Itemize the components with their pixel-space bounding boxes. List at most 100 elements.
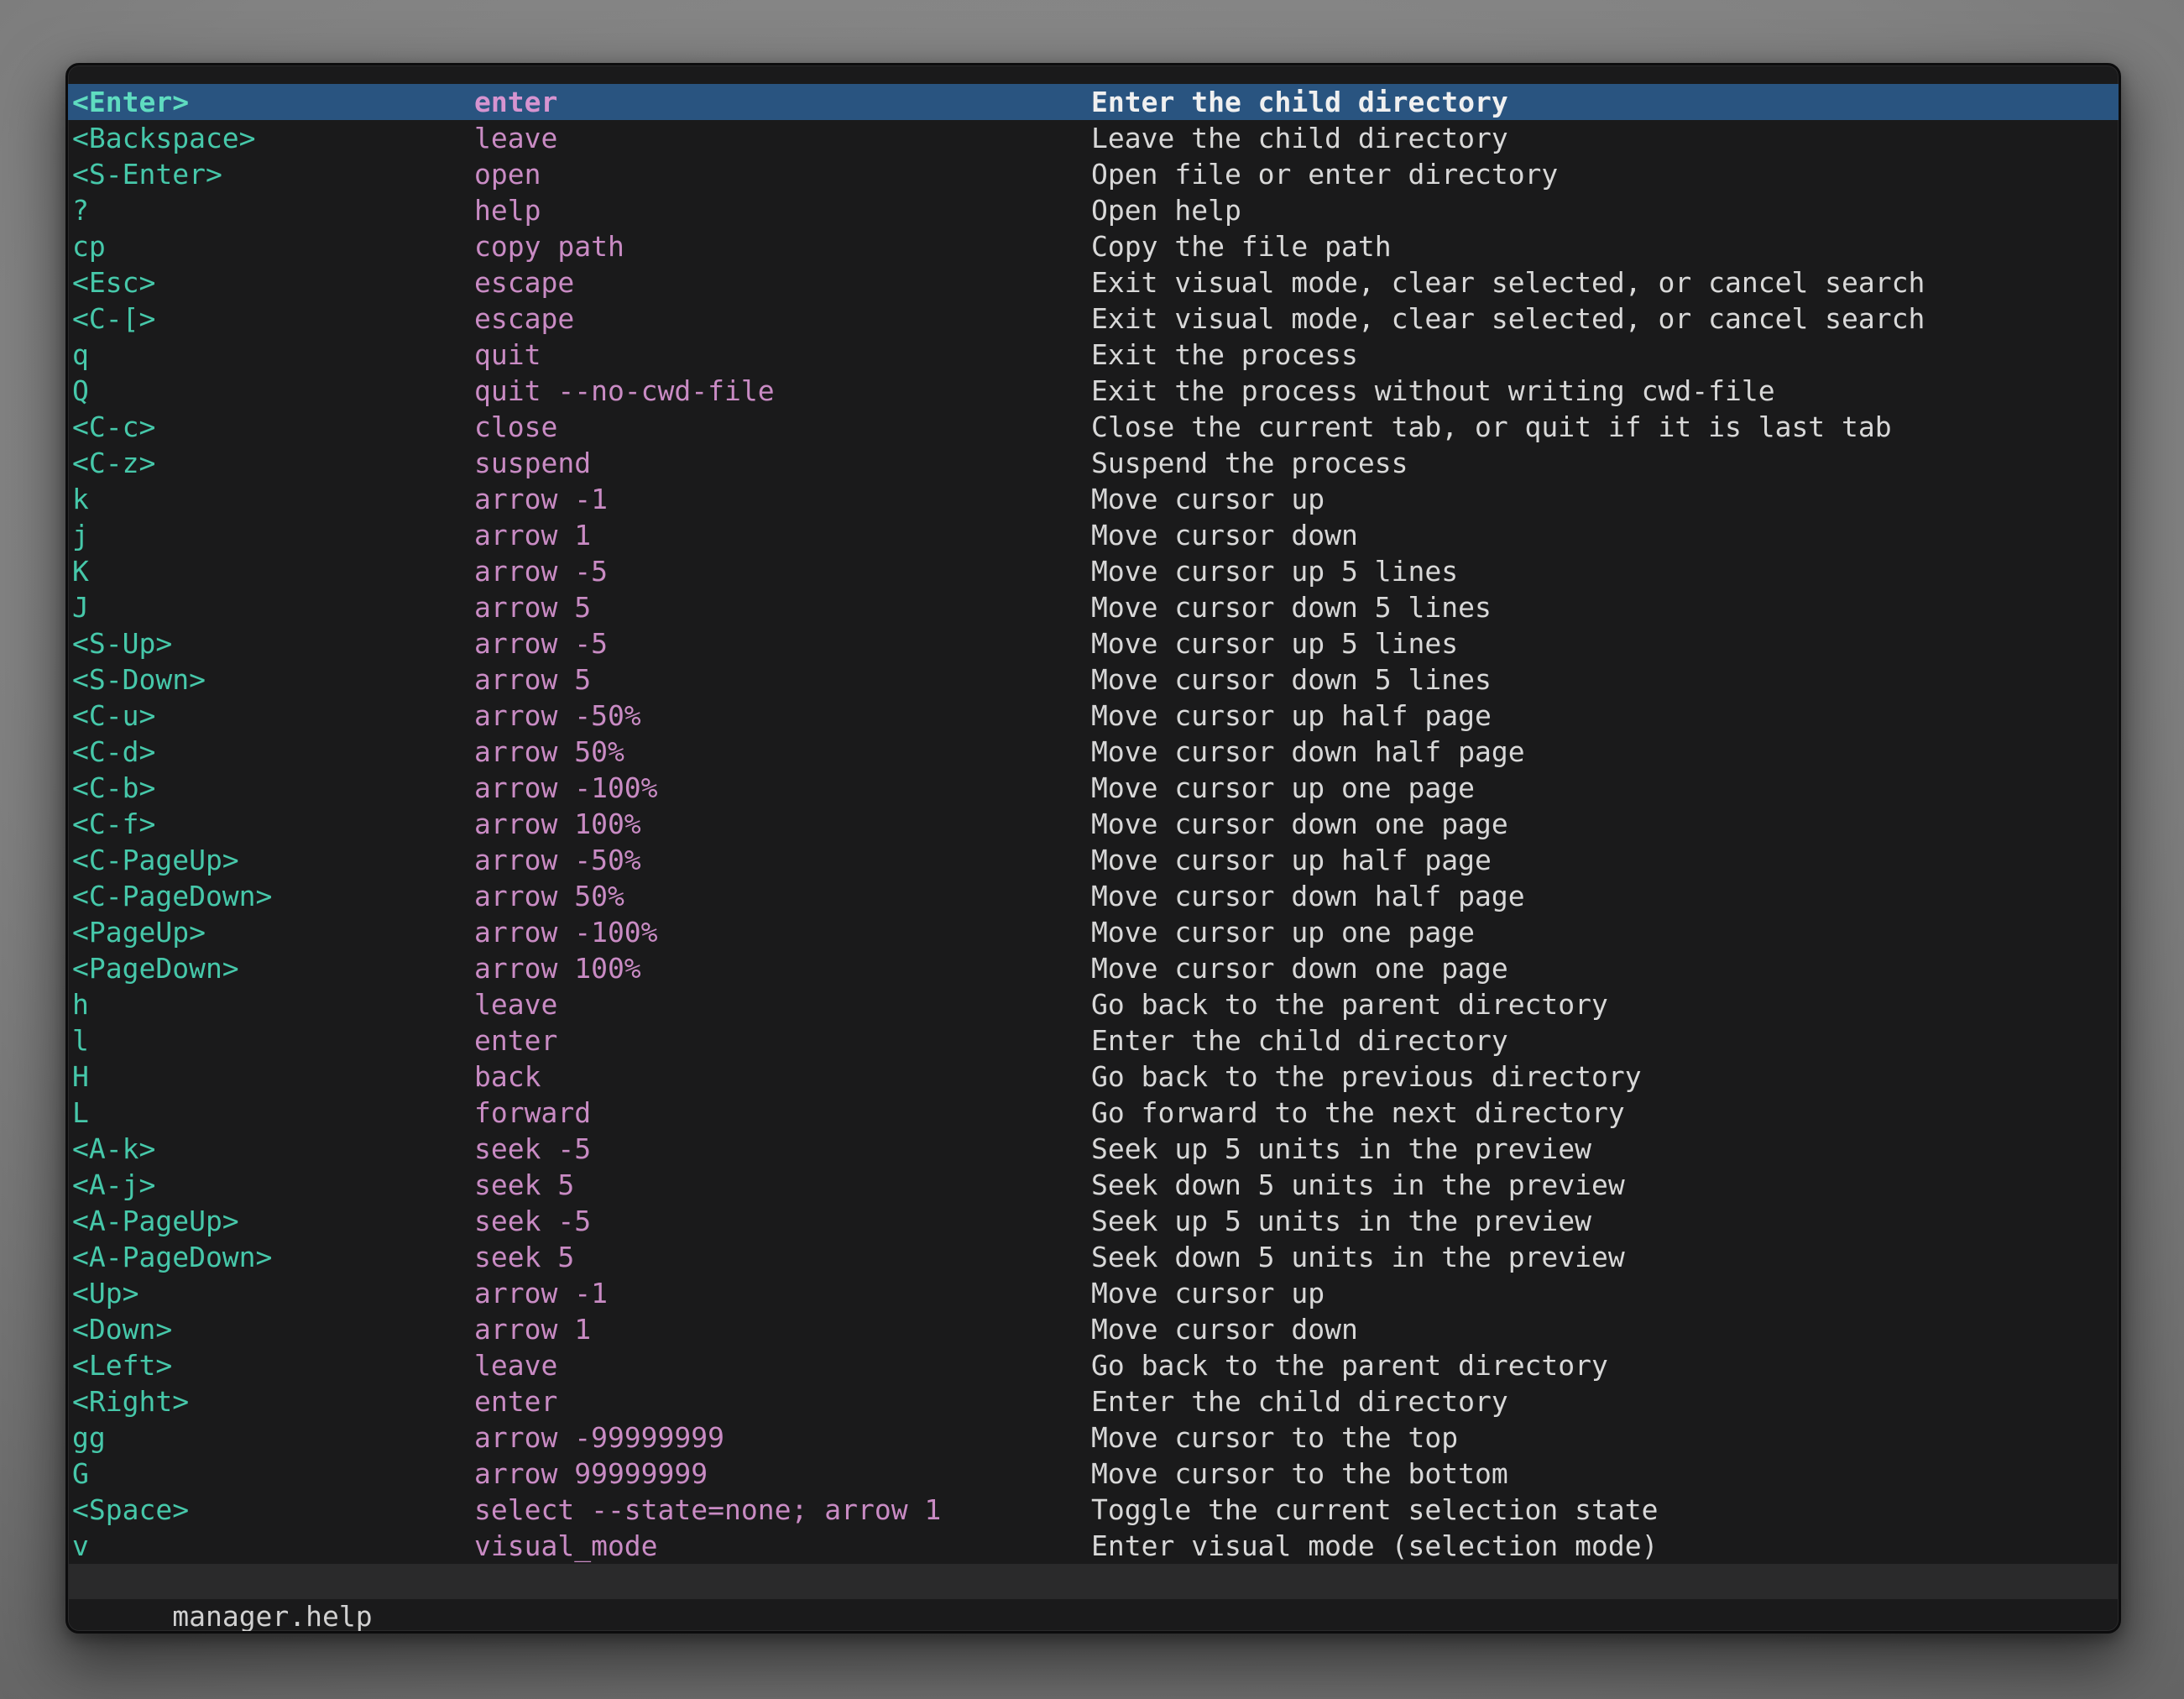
- keybinding-row[interactable]: <A-PageUp> seek -5 Seek up 5 units in th…: [68, 1203, 2119, 1239]
- description-cell: Go forward to the next directory: [1091, 1095, 2119, 1131]
- description-cell: Move cursor down: [1091, 1311, 2119, 1347]
- description-cell: Seek up 5 units in the preview: [1091, 1131, 2119, 1167]
- command-cell: quit: [474, 337, 1091, 373]
- keybinding-row[interactable]: Q quit --no-cwd-file Exit the process wi…: [68, 373, 2119, 409]
- keybinding-row[interactable]: cp copy path Copy the file path: [68, 228, 2119, 264]
- keybinding-row[interactable]: <Space> select --state=none; arrow 1 Tog…: [68, 1492, 2119, 1528]
- keybinding-row[interactable]: <A-j> seek 5 Seek down 5 units in the pr…: [68, 1167, 2119, 1203]
- keybinding-row[interactable]: <Enter> enter Enter the child directory: [68, 84, 2119, 120]
- command-cell: quit --no-cwd-file: [474, 373, 1091, 409]
- description-cell: Exit the process: [1091, 337, 2119, 373]
- keybinding-row[interactable]: <Right> enter Enter the child directory: [68, 1383, 2119, 1419]
- command-cell: enter: [474, 1022, 1091, 1059]
- description-cell: Open file or enter directory: [1091, 156, 2119, 192]
- keybinding-row[interactable]: L forward Go forward to the next directo…: [68, 1095, 2119, 1131]
- keybinding-row[interactable]: <Backspace> leave Leave the child direct…: [68, 120, 2119, 156]
- keybinding-row[interactable]: <PageUp> arrow -100% Move cursor up one …: [68, 914, 2119, 950]
- command-cell: open: [474, 156, 1091, 192]
- keybinding-row[interactable]: k arrow -1 Move cursor up: [68, 481, 2119, 517]
- status-mode-label: manager.help: [172, 1600, 372, 1633]
- keybinding-row[interactable]: j arrow 1 Move cursor down: [68, 517, 2119, 553]
- key-cell: ?: [72, 192, 474, 228]
- command-cell: forward: [474, 1095, 1091, 1131]
- keybinding-row[interactable]: <PageDown> arrow 100% Move cursor down o…: [68, 950, 2119, 986]
- command-cell: arrow 100%: [474, 950, 1091, 986]
- keybinding-row[interactable]: ? help Open help: [68, 192, 2119, 228]
- desktop-background: <Enter> enter Enter the child directory …: [0, 0, 2184, 1699]
- keybinding-row[interactable]: <C-c> close Close the current tab, or qu…: [68, 409, 2119, 445]
- command-cell: arrow -50%: [474, 698, 1091, 734]
- keybinding-row[interactable]: <C-u> arrow -50% Move cursor up half pag…: [68, 698, 2119, 734]
- command-cell: suspend: [474, 445, 1091, 481]
- command-cell: arrow -100%: [474, 770, 1091, 806]
- description-cell: Leave the child directory: [1091, 120, 2119, 156]
- keybinding-row[interactable]: <Left> leave Go back to the parent direc…: [68, 1347, 2119, 1383]
- keybinding-row[interactable]: <C-PageDown> arrow 50% Move cursor down …: [68, 878, 2119, 914]
- keybinding-row[interactable]: <Down> arrow 1 Move cursor down: [68, 1311, 2119, 1347]
- keybinding-row[interactable]: <Esc> escape Exit visual mode, clear sel…: [68, 264, 2119, 301]
- command-cell: select --state=none; arrow 1: [474, 1492, 1091, 1528]
- keybinding-row[interactable]: <S-Down> arrow 5 Move cursor down 5 line…: [68, 661, 2119, 698]
- description-cell: Move cursor to the top: [1091, 1419, 2119, 1456]
- keybinding-row[interactable]: K arrow -5 Move cursor up 5 lines: [68, 553, 2119, 589]
- command-cell: leave: [474, 1347, 1091, 1383]
- key-cell: j: [72, 517, 474, 553]
- key-cell: <C-d>: [72, 734, 474, 770]
- keybinding-row[interactable]: <C-[> escape Exit visual mode, clear sel…: [68, 301, 2119, 337]
- command-cell: enter: [474, 1383, 1091, 1419]
- keybinding-row[interactable]: <C-PageUp> arrow -50% Move cursor up hal…: [68, 842, 2119, 878]
- command-cell: enter: [474, 84, 1091, 120]
- description-cell: Move cursor up: [1091, 1275, 2119, 1311]
- keybinding-row[interactable]: <S-Up> arrow -5 Move cursor up 5 lines: [68, 625, 2119, 661]
- command-cell: arrow -1: [474, 481, 1091, 517]
- description-cell: Move cursor up one page: [1091, 914, 2119, 950]
- description-cell: Move cursor down one page: [1091, 950, 2119, 986]
- command-cell: arrow -50%: [474, 842, 1091, 878]
- command-cell: arrow 99999999: [474, 1456, 1091, 1492]
- key-cell: q: [72, 337, 474, 373]
- command-cell: seek 5: [474, 1239, 1091, 1275]
- keybinding-row[interactable]: l enter Enter the child directory: [68, 1022, 2119, 1059]
- keybinding-row[interactable]: <A-k> seek -5 Seek up 5 units in the pre…: [68, 1131, 2119, 1167]
- keybinding-row[interactable]: H back Go back to the previous directory: [68, 1059, 2119, 1095]
- description-cell: Exit the process without writing cwd-fil…: [1091, 373, 2119, 409]
- command-cell: visual_mode: [474, 1528, 1091, 1564]
- description-cell: Move cursor down half page: [1091, 734, 2119, 770]
- key-cell: <C-z>: [72, 445, 474, 481]
- key-cell: <C-PageUp>: [72, 842, 474, 878]
- keybinding-row[interactable]: h leave Go back to the parent directory: [68, 986, 2119, 1022]
- keybinding-row[interactable]: gg arrow -99999999 Move cursor to the to…: [68, 1419, 2119, 1456]
- key-cell: H: [72, 1059, 474, 1095]
- description-cell: Move cursor down: [1091, 517, 2119, 553]
- keybinding-row[interactable]: G arrow 99999999 Move cursor to the bott…: [68, 1456, 2119, 1492]
- key-cell: <Down>: [72, 1311, 474, 1347]
- keybinding-row[interactable]: q quit Exit the process: [68, 337, 2119, 373]
- keybinding-row[interactable]: <C-d> arrow 50% Move cursor down half pa…: [68, 734, 2119, 770]
- key-cell: J: [72, 589, 474, 625]
- command-cell: arrow 50%: [474, 734, 1091, 770]
- keybinding-row[interactable]: <C-f> arrow 100% Move cursor down one pa…: [68, 806, 2119, 842]
- keybinding-row[interactable]: v visual_mode Enter visual mode (selecti…: [68, 1528, 2119, 1564]
- keybinding-row[interactable]: <A-PageDown> seek 5 Seek down 5 units in…: [68, 1239, 2119, 1275]
- command-cell: arrow -100%: [474, 914, 1091, 950]
- key-cell: v: [72, 1528, 474, 1564]
- key-cell: <C-b>: [72, 770, 474, 806]
- command-cell: leave: [474, 120, 1091, 156]
- command-cell: seek 5: [474, 1167, 1091, 1203]
- keybinding-row[interactable]: <C-z> suspend Suspend the process: [68, 445, 2119, 481]
- key-cell: <Esc>: [72, 264, 474, 301]
- key-cell: cp: [72, 228, 474, 264]
- command-cell: copy path: [474, 228, 1091, 264]
- keybinding-row[interactable]: <Up> arrow -1 Move cursor up: [68, 1275, 2119, 1311]
- key-cell: <Left>: [72, 1347, 474, 1383]
- key-cell: <C-PageDown>: [72, 878, 474, 914]
- command-cell: escape: [474, 264, 1091, 301]
- description-cell: Move cursor up one page: [1091, 770, 2119, 806]
- command-cell: arrow 100%: [474, 806, 1091, 842]
- key-cell: <C-u>: [72, 698, 474, 734]
- key-cell: <C-f>: [72, 806, 474, 842]
- keybinding-row[interactable]: <S-Enter> open Open file or enter direct…: [68, 156, 2119, 192]
- key-cell: K: [72, 553, 474, 589]
- keybinding-row[interactable]: J arrow 5 Move cursor down 5 lines: [68, 589, 2119, 625]
- keybinding-row[interactable]: <C-b> arrow -100% Move cursor up one pag…: [68, 770, 2119, 806]
